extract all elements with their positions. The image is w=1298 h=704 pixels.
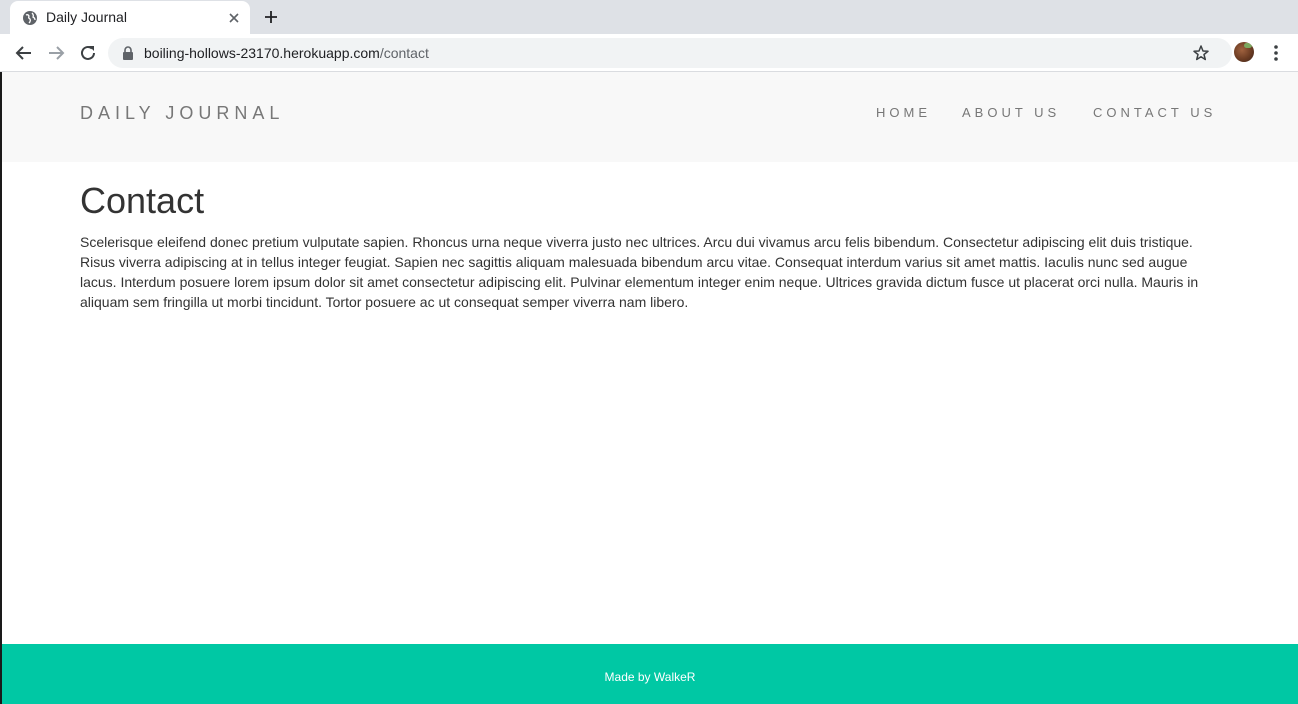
nav-link-about-us[interactable]: ABOUT US [962,105,1060,120]
plus-icon[interactable] [262,8,280,26]
nav-link-home[interactable]: HOME [876,105,931,120]
url-host: boiling-hollows-23170.herokuapp.com [144,45,380,61]
page-title: Contact [80,180,205,221]
footer-credit: Made by WalkeR [604,670,696,684]
page-viewport: DAILY JOURNAL HOME ABOUT US CONTACT US C… [0,72,1298,704]
avatar[interactable] [1234,42,1254,62]
back-arrow-icon[interactable] [14,43,34,63]
page-body-text: Scelerisque eleifend donec pretium vulpu… [80,234,1199,310]
forward-arrow-icon[interactable] [46,43,66,63]
site-navbar: DAILY JOURNAL HOME ABOUT US CONTACT US [2,72,1298,162]
url-path: /contact [379,45,429,61]
url-text: boiling-hollows-23170.herokuapp.com/cont… [144,45,429,61]
lock-icon [123,46,133,60]
reload-icon[interactable] [78,43,98,63]
address-bar[interactable]: boiling-hollows-23170.herokuapp.com/cont… [108,38,1232,68]
globe-icon [23,11,37,25]
kebab-menu-icon[interactable] [1266,43,1286,63]
tab-title: Daily Journal [46,9,127,25]
site-footer: Made by WalkeR [2,644,1298,704]
nav-link-contact-us[interactable]: CONTACT US [1093,105,1216,120]
tab-strip: Daily Journal [0,0,1298,34]
star-icon[interactable] [1192,44,1210,62]
browser-tab[interactable]: Daily Journal [10,1,250,34]
browser-toolbar: boiling-hollows-23170.herokuapp.com/cont… [0,34,1298,72]
close-icon[interactable] [226,10,242,26]
site-brand-link[interactable]: DAILY JOURNAL [80,103,284,124]
